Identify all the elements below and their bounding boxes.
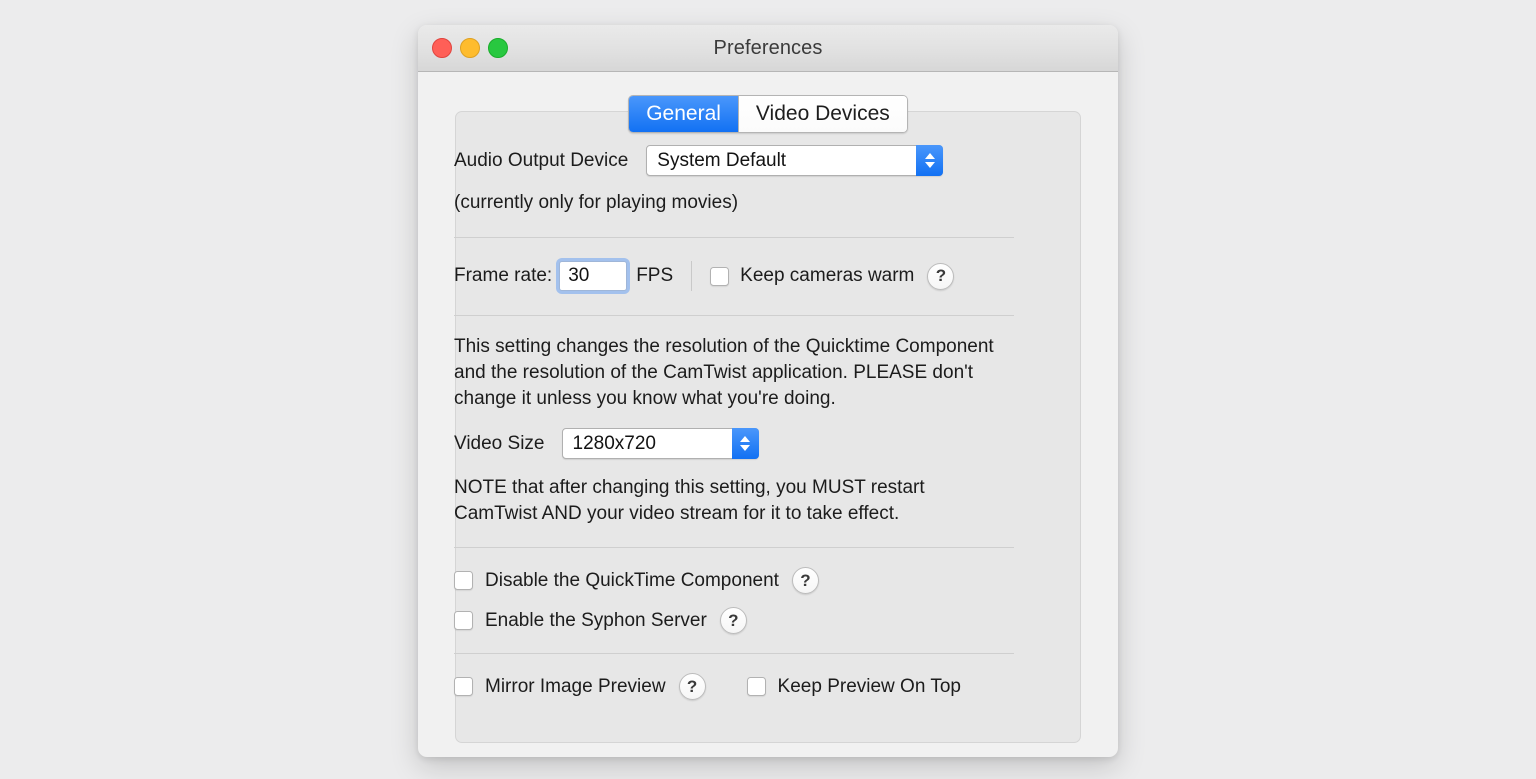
frame-rate-unit-label: FPS xyxy=(636,265,674,286)
window-titlebar: Preferences xyxy=(418,25,1118,72)
frame-rate-row: Frame rate: 30 FPS Keep cameras warm ? xyxy=(454,258,1014,294)
enable-syphon-help-icon[interactable]: ? xyxy=(719,607,747,634)
video-size-row: Video Size 1280x720 xyxy=(454,428,1014,459)
frame-rate-input[interactable]: 30 xyxy=(559,261,628,291)
vertical-divider xyxy=(691,261,693,291)
resolution-note: This setting changes the resolution of t… xyxy=(454,336,994,409)
mirror-image-preview-help-icon[interactable]: ? xyxy=(678,673,706,700)
video-size-select[interactable]: 1280x720 xyxy=(561,428,759,459)
audio-output-select[interactable]: System Default xyxy=(646,145,944,176)
audio-output-value: System Default xyxy=(657,149,787,171)
video-size-label: Video Size xyxy=(454,432,545,454)
disable-quicktime-help-icon[interactable]: ? xyxy=(791,567,819,594)
preview-options-row: Mirror Image Preview ? Keep Preview On T… xyxy=(454,673,1014,700)
video-size-value: 1280x720 xyxy=(572,432,656,454)
restart-note: NOTE that after changing this setting, y… xyxy=(454,477,925,524)
enable-syphon-checkbox[interactable] xyxy=(454,611,473,630)
enable-syphon-label: Enable the Syphon Server xyxy=(485,609,707,631)
keep-cameras-warm-help-icon[interactable]: ? xyxy=(927,262,955,290)
tab-bar: General Video Devices xyxy=(418,95,1118,133)
audio-output-label: Audio Output Device xyxy=(454,149,629,171)
keep-cameras-warm-label: Keep cameras warm xyxy=(740,265,915,286)
preferences-window: Preferences General Video Devices Audio … xyxy=(418,25,1118,757)
disable-quicktime-label: Disable the QuickTime Component xyxy=(485,569,779,591)
tab-video-devices[interactable]: Video Devices xyxy=(737,96,907,132)
audio-output-row: Audio Output Device System Default xyxy=(454,145,1014,176)
frame-rate-input-focus-ring: 30 xyxy=(556,258,631,294)
tab-segmented-control: General Video Devices xyxy=(628,95,908,133)
tab-general[interactable]: General xyxy=(629,96,738,132)
disable-quicktime-checkbox[interactable] xyxy=(454,571,473,590)
disable-quicktime-row: Disable the QuickTime Component ? xyxy=(454,567,1014,594)
frame-rate-label: Frame rate: xyxy=(454,265,553,286)
general-tab-content: Audio Output Device System Default (curr… xyxy=(454,145,1014,700)
window-title: Preferences xyxy=(713,36,823,59)
keep-preview-on-top-label: Keep Preview On Top xyxy=(777,675,961,697)
keep-preview-on-top-checkbox[interactable] xyxy=(746,677,766,696)
keep-cameras-warm-checkbox[interactable] xyxy=(710,266,730,286)
enable-syphon-row: Enable the Syphon Server ? xyxy=(454,607,1014,634)
chevron-up-down-icon xyxy=(731,428,759,459)
mirror-image-preview-checkbox[interactable] xyxy=(454,677,473,696)
audio-output-note: (currently only for playing movies) xyxy=(454,192,739,213)
chevron-up-down-icon xyxy=(916,145,944,176)
mirror-image-preview-label: Mirror Image Preview xyxy=(485,675,666,697)
